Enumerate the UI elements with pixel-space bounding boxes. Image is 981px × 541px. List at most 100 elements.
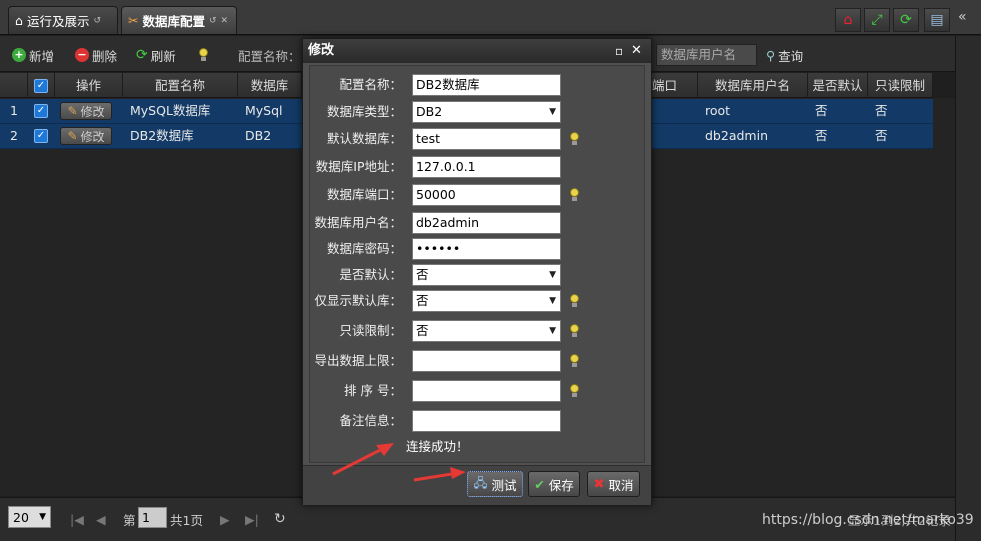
close-icon[interactable]: ✕	[221, 16, 229, 26]
field-select[interactable]: 否 ▼	[412, 264, 561, 286]
chevron-down-icon: ▼	[549, 296, 556, 306]
test-button[interactable]: 🖧 测试	[467, 471, 523, 497]
home-icon[interactable]: ⌂	[835, 8, 861, 32]
search-icon: ⚲	[766, 47, 776, 63]
field-input[interactable]: DB2数据库	[412, 74, 561, 96]
column-header-readonly[interactable]: 只读限制	[868, 73, 933, 98]
refresh-small-icon[interactable]: ↺	[209, 16, 217, 26]
page-size-select[interactable]: 20 ▼	[8, 506, 51, 528]
column-header-db-user[interactable]: 数据库用户名	[698, 73, 808, 98]
collapse-icon[interactable]: «	[958, 9, 967, 25]
cell-is-default: 否	[815, 128, 828, 143]
lightbulb-icon[interactable]	[569, 324, 579, 338]
field-select[interactable]: 否 ▼	[412, 290, 561, 312]
query-button[interactable]: ⚲ 查询	[766, 45, 803, 65]
add-button[interactable]: + 新增	[12, 45, 54, 65]
select-all-checkbox[interactable]: ✓	[28, 73, 55, 98]
fullscreen-icon[interactable]: ⤢	[864, 8, 890, 32]
field-select[interactable]: DB2 ▼	[412, 101, 561, 123]
first-page-icon[interactable]: |◀	[70, 508, 84, 530]
column-header-config-name[interactable]: 配置名称	[123, 73, 238, 98]
field-input[interactable]	[412, 410, 561, 432]
pencil-icon: ✎	[67, 129, 78, 143]
close-icon[interactable]: ✕	[631, 39, 642, 63]
refresh-icon: ⟳	[136, 47, 148, 63]
field-value: 127.0.0.1	[416, 159, 476, 174]
reload-icon[interactable]: ↻	[274, 508, 286, 530]
row-checkbox[interactable]: ✓	[34, 129, 48, 143]
refresh-icon[interactable]: ⟳	[893, 8, 919, 32]
field-input[interactable]	[412, 350, 561, 372]
field-input[interactable]: db2admin	[412, 212, 561, 234]
field-label: 数据库类型：	[326, 104, 402, 119]
refresh-label: 刷新	[150, 48, 176, 64]
column-header-is-default[interactable]: 是否默认	[808, 73, 868, 98]
page-number-input[interactable]: 1	[138, 507, 167, 528]
edit-button[interactable]: ✎ 修改	[60, 102, 112, 120]
field-value: 否	[416, 323, 429, 338]
edit-dialog: 修改 ▫ ✕ 配置名称： DB2数据库 数据库类型： DB2 ▼ 默认数据库： test 数据…	[302, 38, 652, 505]
maximize-icon[interactable]: ▫	[615, 39, 623, 63]
field-input[interactable]: 127.0.0.1	[412, 156, 561, 178]
cancel-label: 取消	[608, 477, 634, 493]
field-value: 否	[416, 293, 429, 308]
next-page-icon[interactable]: ▶	[220, 508, 230, 530]
column-header-port[interactable]: 端口	[652, 73, 698, 98]
dialog-form: 配置名称： DB2数据库 数据库类型： DB2 ▼ 默认数据库： test 数据库IP地址： 1…	[309, 65, 645, 463]
tab-label: 运行及展示	[26, 14, 90, 29]
field-value: db2admin	[416, 215, 479, 230]
network-icon: 🖧	[473, 474, 488, 490]
cell-db-user: db2admin	[705, 128, 768, 143]
pencil-icon: ✎	[67, 104, 78, 118]
field-select[interactable]: 否 ▼	[412, 320, 561, 342]
row-checkbox[interactable]: ✓	[34, 104, 48, 118]
cancel-button[interactable]: ✖ 取消	[587, 471, 640, 497]
delete-button[interactable]: − 删除	[75, 45, 117, 65]
lightbulb-icon[interactable]	[569, 188, 579, 202]
right-panel-strip	[955, 36, 981, 541]
column-header-action[interactable]: 操作	[55, 73, 123, 98]
field-input[interactable]: test	[412, 128, 561, 150]
field-value: 否	[416, 267, 429, 282]
chevron-down-icon: ▼	[549, 107, 556, 117]
field-input[interactable]: 50000	[412, 184, 561, 206]
check-icon: ✓	[34, 129, 48, 143]
cell-readonly: 否	[875, 128, 888, 143]
help-button[interactable]	[198, 45, 208, 65]
tab-db-config[interactable]: ✂ 数据库配置 ↺ ✕	[121, 6, 237, 34]
password-field[interactable]: ••••••	[412, 238, 561, 260]
dialog-title: 修改	[308, 43, 335, 58]
lightbulb-icon	[198, 48, 208, 62]
lightbulb-icon[interactable]	[569, 132, 579, 146]
save-button[interactable]: ✔ 保存	[528, 471, 580, 497]
dialog-footer: 🖧 测试 ✔ 保存 ✖ 取消	[303, 465, 651, 505]
delete-label: 删除	[92, 48, 118, 64]
minus-icon: −	[75, 48, 89, 62]
cell-config-name: DB2数据库	[130, 128, 194, 143]
home-icon: ⌂	[15, 13, 23, 28]
tab-run-display[interactable]: ⌂ 运行及展示 ↺	[8, 6, 118, 34]
check-icon: ✓	[34, 78, 48, 93]
refresh-small-icon[interactable]: ↺	[93, 16, 101, 26]
edit-button[interactable]: ✎ 修改	[60, 127, 112, 145]
field-input[interactable]	[412, 380, 561, 402]
field-value: ••••••	[416, 241, 461, 256]
field-value: DB2	[416, 104, 443, 119]
lightbulb-icon[interactable]	[569, 294, 579, 308]
watermark: https://blog.csdn.net/marko39	[762, 512, 974, 528]
row-number-header	[0, 73, 28, 98]
field-label: 备注信息：	[339, 413, 402, 428]
lightbulb-icon[interactable]	[569, 384, 579, 398]
field-label: 只读限制：	[339, 323, 402, 338]
field-label: 数据库端口：	[326, 187, 402, 202]
last-page-icon[interactable]: ▶|	[245, 508, 259, 530]
plus-icon: +	[12, 48, 26, 62]
prev-page-icon[interactable]: ◀	[96, 508, 106, 530]
refresh-button[interactable]: ⟳ 刷新	[136, 45, 176, 65]
save-label: 保存	[548, 477, 574, 493]
db-user-search-input[interactable]: 数据库用户名	[656, 44, 757, 66]
row-index: 2	[10, 128, 18, 143]
window-icon[interactable]: ▤	[924, 8, 950, 32]
dialog-header: 修改 ▫ ✕	[303, 39, 651, 63]
lightbulb-icon[interactable]	[569, 354, 579, 368]
